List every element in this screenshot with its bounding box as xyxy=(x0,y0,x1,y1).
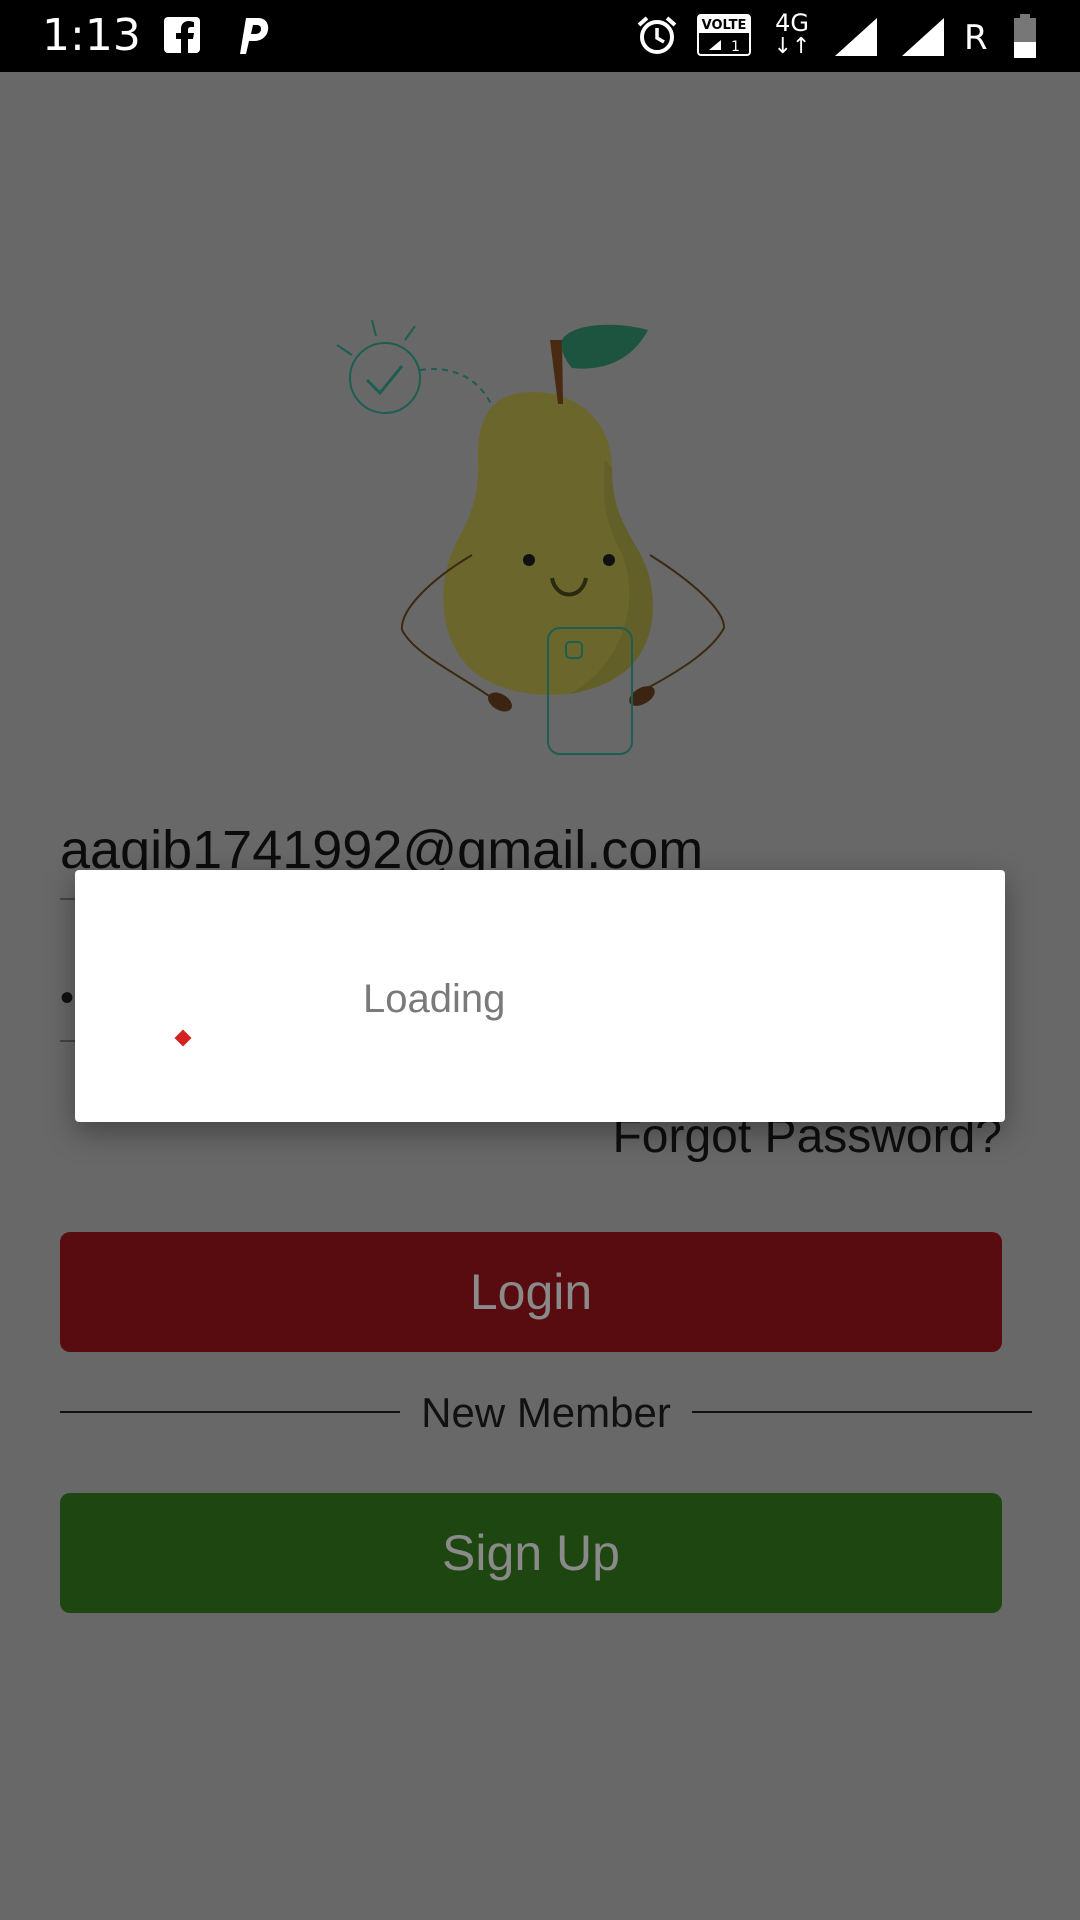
volte-label: VOLTE xyxy=(702,18,747,33)
battery-icon xyxy=(1014,14,1036,58)
p-app-icon xyxy=(240,18,269,54)
check-badge-icon xyxy=(336,319,493,414)
volte-sub: 1 xyxy=(731,39,740,55)
divider-line-right xyxy=(692,1411,1032,1413)
loading-message: Loading xyxy=(363,977,506,1021)
facebook-icon xyxy=(164,17,200,53)
password-mask: • xyxy=(60,976,75,1020)
loading-dialog: Loading xyxy=(75,870,1005,1122)
status-time: 1:13 xyxy=(42,10,141,61)
login-button[interactable]: Login xyxy=(60,1232,1002,1352)
signal-icon xyxy=(835,18,877,56)
sign-up-button[interactable]: Sign Up xyxy=(60,1493,1002,1613)
new-member-label: New Member xyxy=(421,1389,671,1436)
roaming-indicator: R xyxy=(964,18,988,58)
new-member-divider: New Member xyxy=(60,1390,1032,1450)
signal-icon xyxy=(902,18,944,56)
network-type: 4G ↓↑ xyxy=(773,9,811,59)
volte-icon: VOLTE 1 xyxy=(697,14,751,56)
divider-line-left xyxy=(60,1411,400,1413)
alarm-icon xyxy=(637,16,677,54)
loading-spinner-icon xyxy=(174,1029,192,1047)
pear-mascot-illustration xyxy=(336,319,726,755)
status-bar: 1:13 VOLTE 1 4G ↓↑ R xyxy=(0,0,1080,72)
